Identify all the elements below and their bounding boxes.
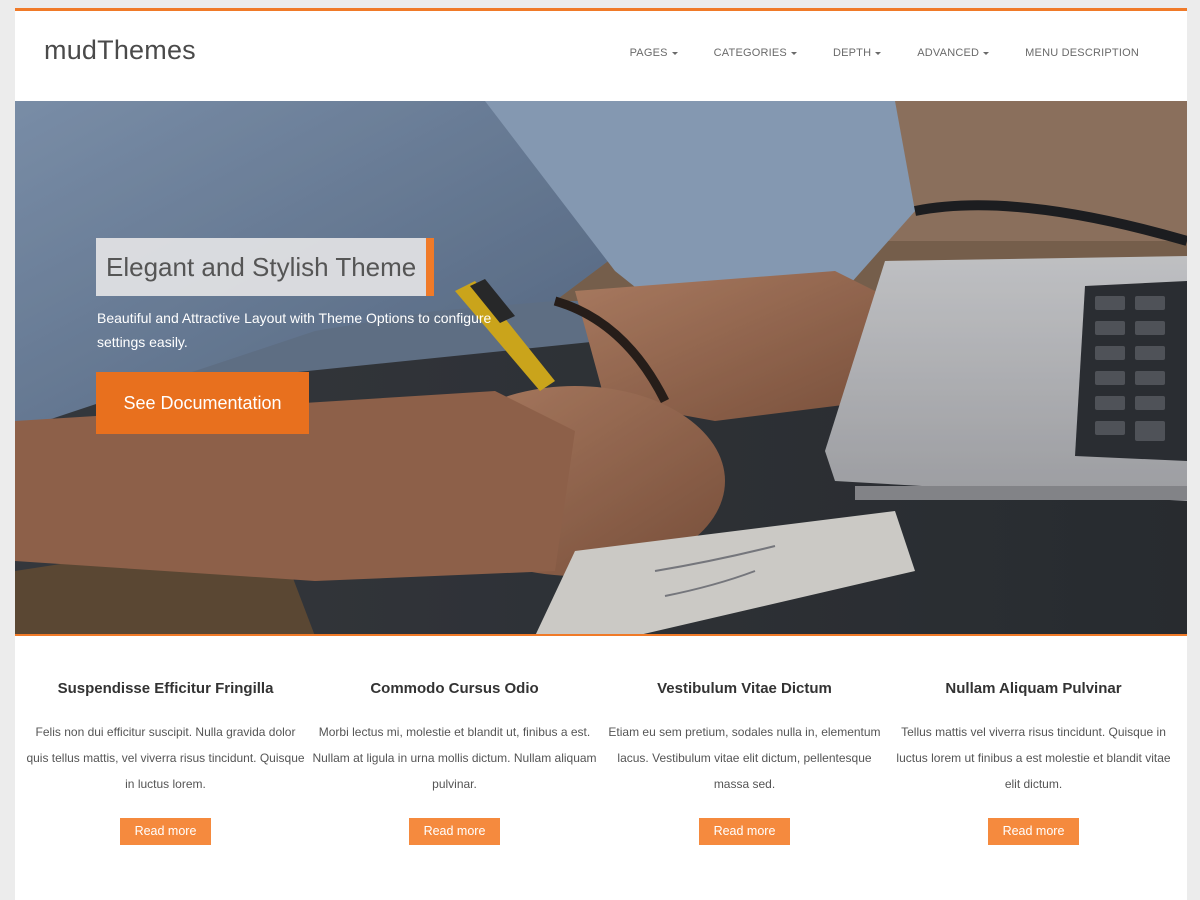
- hero-slider: Elegant and Stylish Theme Beautiful and …: [15, 101, 1187, 636]
- feature-title: Nullam Aliquam Pulvinar: [945, 680, 1122, 697]
- caret-down-icon: [671, 51, 678, 55]
- feature-column: Vestibulum Vitae Dictum Etiam eu sem pre…: [600, 638, 889, 845]
- features-section: Suspendisse Efficitur Fringilla Felis no…: [15, 638, 1187, 898]
- read-more-button[interactable]: Read more: [988, 818, 1079, 845]
- feature-text: Morbi lectus mi, molestie et blandit ut,…: [312, 725, 597, 791]
- hero-background-image: [15, 101, 1187, 634]
- site-header: mudThemes PAGES CATEGORIES DEPTH ADVANCE…: [15, 11, 1187, 101]
- main-nav: PAGES CATEGORIES DEPTH ADVANCED MENU DES…: [594, 47, 1139, 59]
- site-logo[interactable]: mudThemes: [44, 35, 196, 66]
- nav-item-menu-description[interactable]: MENU DESCRIPTION: [1025, 47, 1139, 59]
- caret-down-icon: [983, 51, 990, 55]
- hero-title: Elegant and Stylish Theme: [96, 238, 435, 296]
- caret-down-icon: [790, 51, 797, 55]
- nav-item-label: PAGES: [629, 47, 668, 59]
- feature-title: Vestibulum Vitae Dictum: [657, 680, 832, 697]
- nav-item-pages[interactable]: PAGES: [630, 47, 678, 59]
- read-more-button[interactable]: Read more: [409, 818, 500, 845]
- page: mudThemes PAGES CATEGORIES DEPTH ADVANCE…: [15, 8, 1187, 900]
- nav-item-categories[interactable]: CATEGORIES: [714, 47, 797, 59]
- nav-item-depth[interactable]: DEPTH: [832, 47, 882, 59]
- feature-text: Etiam eu sem pretium, sodales nulla in, …: [608, 725, 881, 791]
- nav-item-label: MENU DESCRIPTION: [1025, 47, 1139, 59]
- caret-down-icon: [875, 51, 882, 55]
- nav-item-advanced[interactable]: ADVANCED: [917, 47, 990, 59]
- nav-item-label: DEPTH: [832, 47, 872, 59]
- see-documentation-button[interactable]: See Documentation: [96, 372, 309, 434]
- read-more-button[interactable]: Read more: [120, 818, 211, 845]
- feature-title: Suspendisse Efficitur Fringilla: [57, 680, 274, 697]
- feature-text: Tellus mattis vel viverra risus tincidun…: [896, 725, 1171, 791]
- feature-column: Suspendisse Efficitur Fringilla Felis no…: [21, 638, 310, 845]
- nav-item-label: ADVANCED: [917, 47, 980, 59]
- feature-column: Nullam Aliquam Pulvinar Tellus mattis ve…: [889, 638, 1178, 845]
- feature-title: Commodo Cursus Odio: [370, 680, 539, 697]
- hero-subtitle: Beautiful and Attractive Layout with The…: [97, 310, 492, 350]
- read-more-button[interactable]: Read more: [699, 818, 790, 845]
- feature-column: Commodo Cursus Odio Morbi lectus mi, mol…: [310, 638, 599, 845]
- feature-text: Felis non dui efficitur suscipit. Nulla …: [26, 725, 305, 791]
- nav-item-label: CATEGORIES: [713, 47, 787, 59]
